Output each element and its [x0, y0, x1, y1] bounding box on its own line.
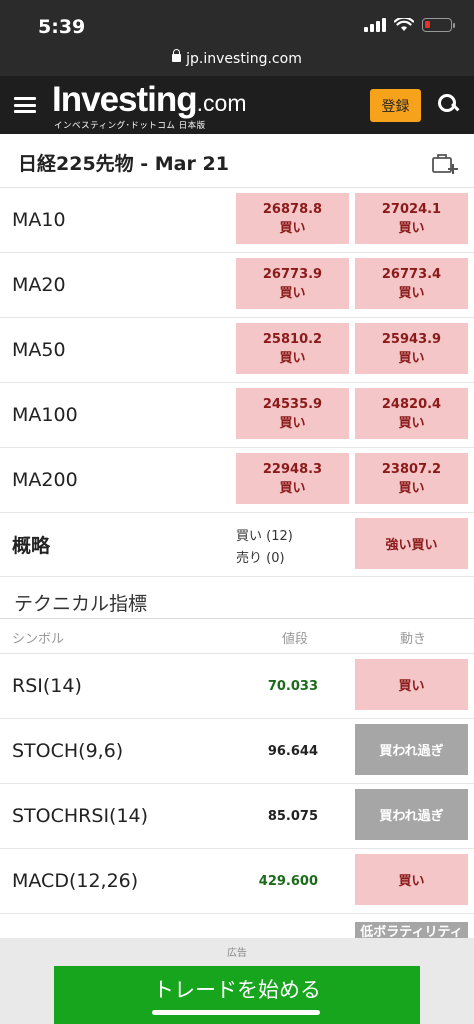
register-button[interactable]: 登録 — [370, 89, 421, 122]
cellular-signal-icon — [364, 18, 386, 32]
simple-signal-box: 25810.2 買い — [236, 323, 349, 374]
exp-signal-box: 27024.1 買い — [355, 193, 468, 244]
title-bar: 日経225先物 - Mar 21 — [0, 134, 474, 188]
table-row: MA10 26878.8 買い 27024.1 買い — [0, 188, 474, 253]
technical-table-header: シンボル 値段 動き — [0, 619, 474, 654]
exp-signal-box: 24820.4 買い — [355, 388, 468, 439]
simple-value: 22948.3 — [262, 461, 323, 477]
simple-signal: 買い — [279, 350, 306, 366]
status-bar: 5:39 — [0, 0, 474, 46]
exp-value: 23807.2 — [381, 461, 442, 477]
simple-signal-box: 24535.9 買い — [236, 388, 349, 439]
site-header: Investing.com インベスティング･ドットコム 日本版 登録 — [0, 76, 474, 134]
simple-value: 26773.9 — [262, 266, 323, 282]
summary-buy-count: 買い (12) — [236, 529, 293, 544]
simple-signal-box: 26773.9 買い — [236, 258, 349, 309]
url-text: jp.investing.com — [186, 51, 302, 67]
indicator-action-box: 買い — [355, 659, 468, 710]
simple-signal-box: 22948.3 買い — [236, 453, 349, 504]
exp-value: 25943.9 — [381, 331, 442, 347]
ma-name: MA50 — [12, 339, 66, 361]
table-row: STOCHRSI(14) 85.075 買われ過ぎ — [0, 784, 474, 849]
indicator-name: STOCHRSI(14) — [12, 805, 149, 827]
exp-signal-box: 26773.4 買い — [355, 258, 468, 309]
summary-row: 概略 買い (12) 売り (0) 強い買い — [0, 513, 474, 577]
indicator-value: 429.600 — [258, 874, 318, 889]
url-bar[interactable]: jp.investing.com — [0, 46, 474, 76]
table-row: MA50 25810.2 買い 25943.9 買い — [0, 318, 474, 383]
indicator-action-box: 買われ過ぎ — [355, 789, 468, 840]
simple-signal: 買い — [279, 415, 306, 431]
indicator-value: 70.033 — [267, 679, 318, 694]
table-row: MA100 24535.9 買い 24820.4 買い — [0, 383, 474, 448]
status-time: 5:39 — [38, 16, 86, 38]
indicator-name: MACD(12,26) — [12, 870, 139, 892]
add-to-portfolio-icon[interactable] — [432, 152, 458, 174]
menu-icon[interactable] — [14, 97, 36, 113]
summary-label: 概略 — [12, 535, 51, 557]
ma-name: MA10 — [12, 209, 66, 231]
exp-signal: 買い — [398, 480, 425, 496]
col-symbol: シンボル — [12, 632, 65, 647]
start-trading-button[interactable]: トレードを始める — [54, 966, 420, 1024]
battery-icon — [422, 18, 455, 32]
page-title: 日経225先物 - Mar 21 — [18, 153, 229, 175]
simple-signal-box: 26878.8 買い — [236, 193, 349, 244]
col-value: 値段 — [282, 632, 309, 647]
exp-signal: 買い — [398, 415, 425, 431]
ma-name: MA100 — [12, 404, 78, 426]
exp-value: 26773.4 — [381, 266, 442, 282]
search-icon[interactable] — [438, 94, 458, 114]
simple-value: 25810.2 — [262, 331, 323, 347]
simple-signal: 買い — [279, 220, 306, 236]
summary-sell-count: 売り (0) — [236, 551, 285, 566]
wifi-icon — [394, 18, 414, 31]
indicator-value: 85.075 — [267, 809, 318, 824]
simple-signal: 買い — [279, 285, 306, 301]
simple-value: 24535.9 — [262, 396, 323, 412]
site-logo[interactable]: Investing.com インベスティング･ドットコム 日本版 — [52, 80, 247, 132]
table-row: MA200 22948.3 買い 23807.2 買い — [0, 448, 474, 513]
indicator-name: RSI(14) — [12, 675, 82, 697]
table-row: MA20 26773.9 買い 26773.4 買い — [0, 253, 474, 318]
lock-icon — [172, 49, 182, 62]
summary-signal-box: 強い買い — [355, 518, 468, 569]
exp-signal: 買い — [398, 285, 425, 301]
exp-value: 27024.1 — [381, 201, 442, 217]
ad-label: 広告 — [227, 948, 247, 959]
status-icons — [364, 18, 455, 32]
table-row: MACD(12,26) 429.600 買い — [0, 849, 474, 914]
exp-value: 24820.4 — [381, 396, 442, 412]
logo-main-text: Investing — [52, 80, 198, 119]
exp-signal: 買い — [398, 220, 425, 236]
home-indicator[interactable] — [152, 1010, 320, 1015]
indicator-name: STOCH(9,6) — [12, 740, 124, 762]
ma-name: MA200 — [12, 469, 78, 491]
col-action: 動き — [400, 632, 427, 647]
table-row: RSI(14) 70.033 買い — [0, 654, 474, 719]
technical-section-title: テクニカル指標 — [14, 593, 148, 615]
exp-signal: 買い — [398, 350, 425, 366]
indicator-value: 96.644 — [267, 744, 318, 759]
indicator-action-box: 買われ過ぎ — [355, 724, 468, 775]
logo-dotcom-text: .com — [196, 90, 247, 116]
logo-subtitle: インベスティング･ドットコム 日本版 — [54, 121, 206, 131]
ma-name: MA20 — [12, 274, 66, 296]
simple-value: 26878.8 — [262, 201, 323, 217]
exp-signal-box: 23807.2 買い — [355, 453, 468, 504]
simple-signal: 買い — [279, 480, 306, 496]
indicator-action-box: 買い — [355, 854, 468, 905]
exp-signal-box: 25943.9 買い — [355, 323, 468, 374]
table-row: STOCH(9,6) 96.644 買われ過ぎ — [0, 719, 474, 784]
